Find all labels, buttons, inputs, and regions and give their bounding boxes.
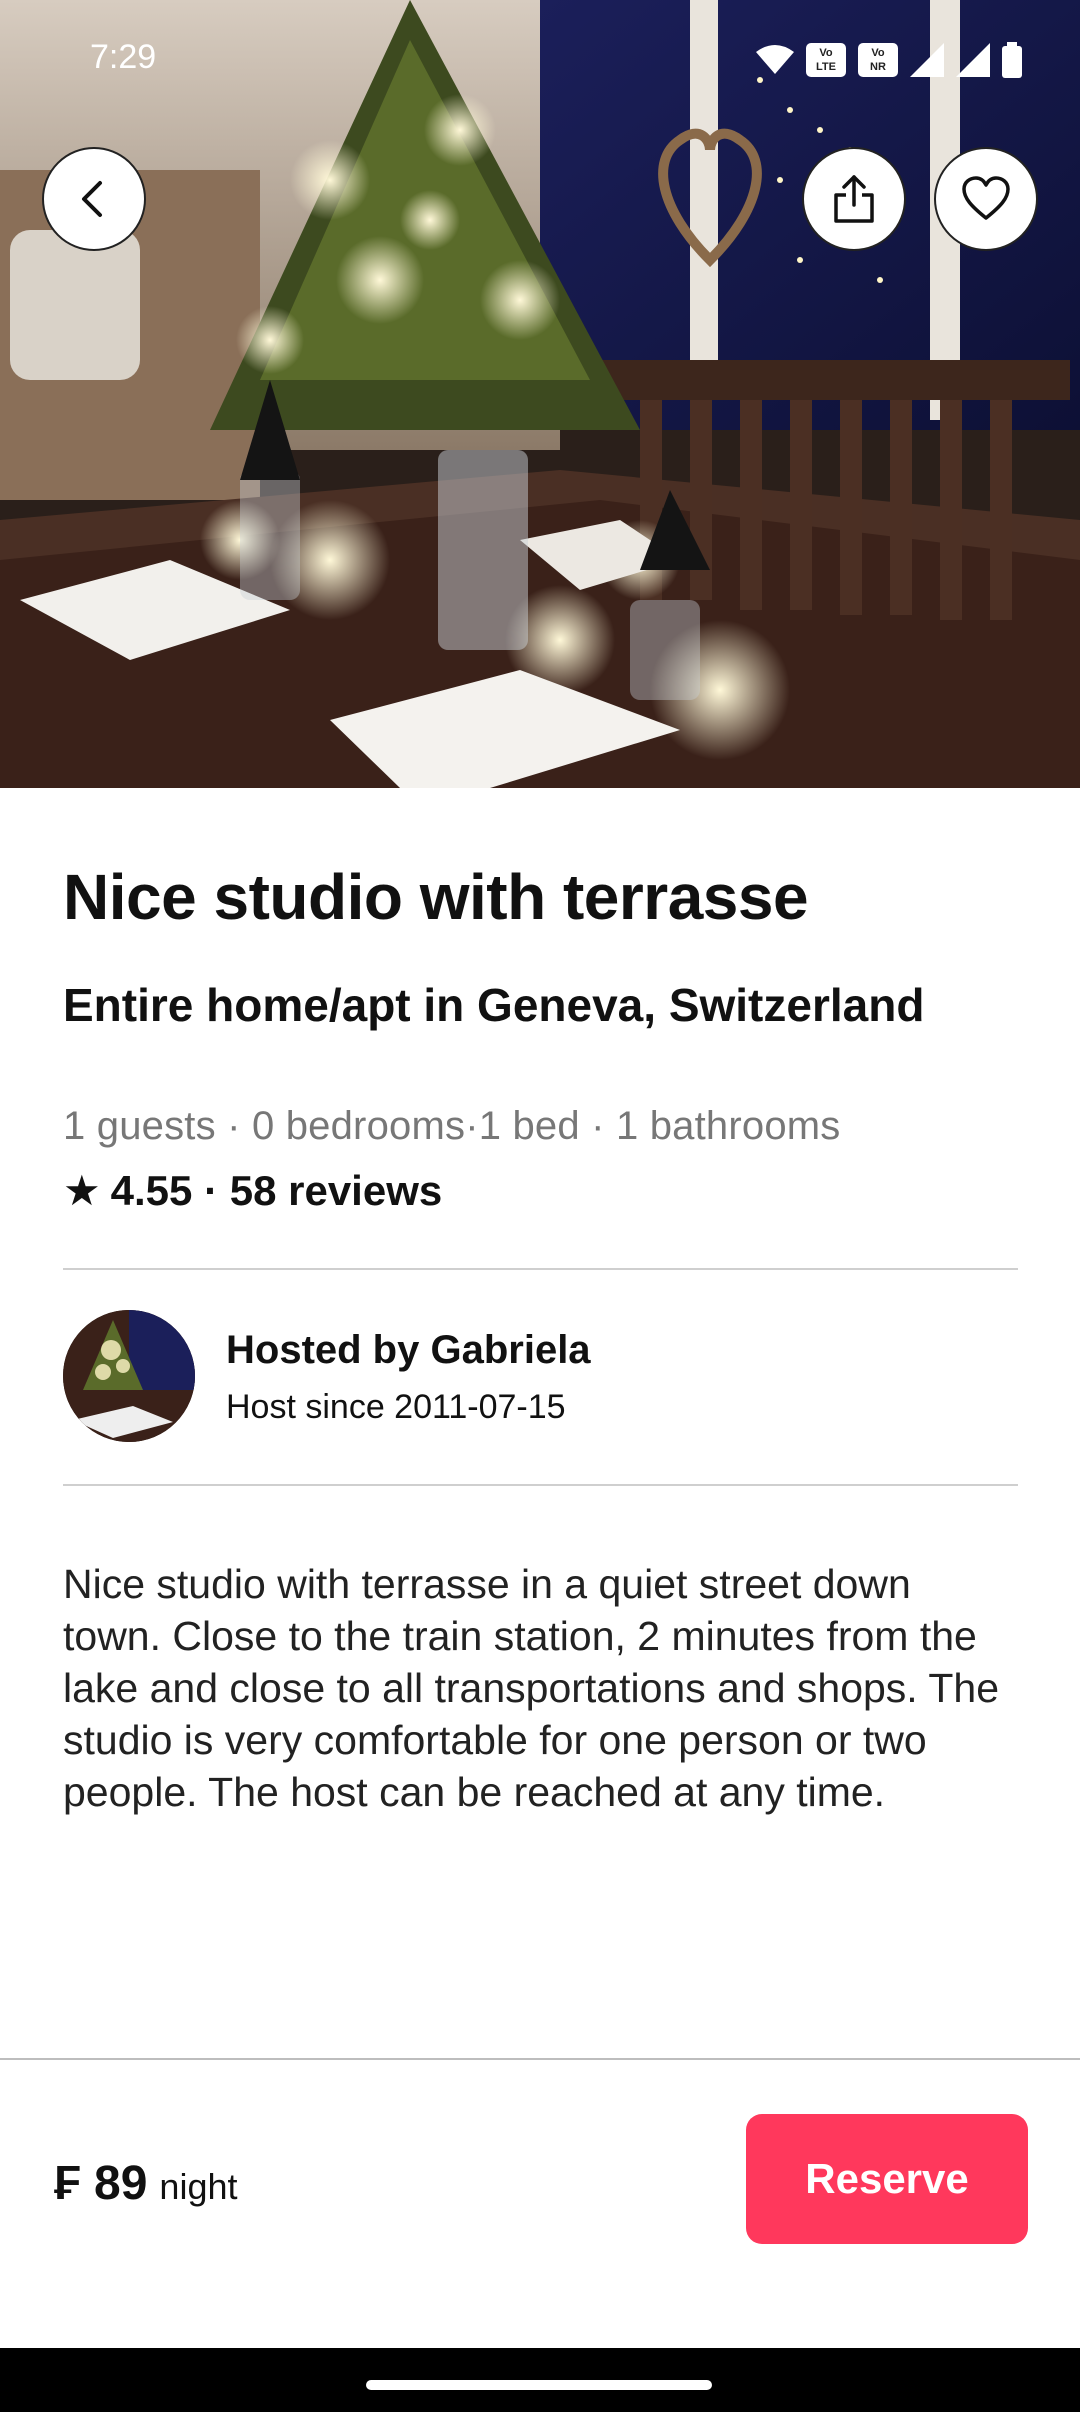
listing-title: Nice studio with terrasse — [63, 861, 809, 933]
price-unit: night — [159, 2166, 238, 2207]
status-bar: 7:29 Vo LTE Vo NR — [0, 0, 1080, 128]
rating-text: 4.55 · 58 reviews — [110, 1166, 443, 1214]
favorite-button[interactable] — [934, 147, 1038, 251]
host-avatar[interactable] — [63, 1310, 195, 1442]
listing-description: Nice studio with terrasse in a quiet str… — [63, 1561, 999, 1815]
divider — [63, 1484, 1018, 1486]
listing-detail-screen: 7:29 Vo LTE Vo NR Nice studio with terra… — [0, 0, 1080, 2412]
price-amount: ₣ 89 — [54, 2157, 148, 2210]
host-avatar-image — [63, 1310, 195, 1442]
divider — [63, 1268, 1018, 1270]
vonr-badge-icon: Vo NR — [858, 43, 898, 77]
status-time: 7:29 — [90, 38, 157, 76]
home-gesture-handle[interactable] — [366, 2380, 712, 2390]
hero-photo: 7:29 Vo LTE Vo NR — [0, 0, 1080, 788]
listing-subtitle: Entire home/apt in Geneva, Switzerland — [63, 979, 925, 1031]
listing-details: 1 guests · 0 bedrooms·1 bed · 1 bathroom… — [63, 1104, 841, 1148]
reserve-button[interactable]: Reserve — [746, 2114, 1028, 2244]
listing-rating: ★ 4.55 · 58 reviews — [63, 1166, 442, 1215]
host-name: Hosted by Gabriela — [226, 1328, 591, 1372]
volte-badge-icon: Vo LTE — [806, 43, 846, 77]
signal-1-icon — [910, 43, 944, 77]
share-button[interactable] — [802, 147, 906, 251]
share-icon — [834, 175, 874, 223]
battery-icon — [1002, 42, 1022, 78]
star-icon: ★ — [63, 1167, 101, 1214]
back-button[interactable] — [42, 147, 146, 251]
host-since: Host since 2011-07-15 — [226, 1388, 566, 1426]
chevron-left-icon — [82, 181, 102, 217]
signal-2-icon — [956, 43, 990, 77]
price: ₣ 89 night — [54, 2156, 238, 2211]
booking-bar-divider — [0, 2058, 1080, 2060]
wifi-icon — [756, 45, 794, 74]
status-icons: Vo LTE Vo NR — [756, 42, 1022, 78]
heart-icon — [962, 176, 1010, 220]
